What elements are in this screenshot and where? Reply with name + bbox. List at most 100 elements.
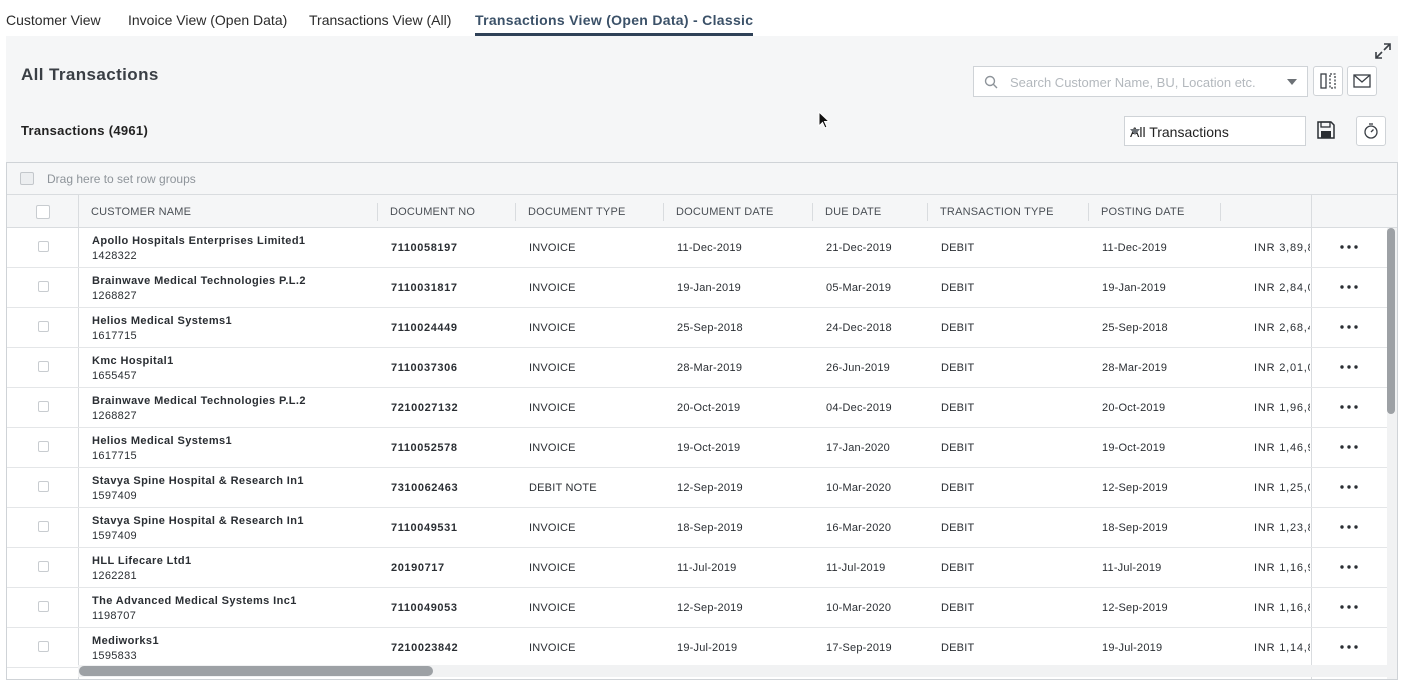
more-horizontal-icon[interactable] [1338, 238, 1360, 256]
row-checkbox[interactable] [38, 481, 49, 492]
document-no-cell: 7110037306 [391, 362, 458, 374]
customer-name-cell[interactable]: Stavya Spine Hospital & Research In1 [92, 515, 304, 527]
customer-id-cell: 1597409 [92, 530, 137, 542]
table-row[interactable]: Kmc Hospital1 1655457 7110037306 INVOICE 28-… [7, 348, 1387, 388]
customer-id-cell: 1617715 [92, 450, 137, 462]
customer-search[interactable] [973, 66, 1308, 97]
column-resize-handle[interactable] [812, 203, 813, 221]
table-row[interactable]: Helios Medical Systems1 1617715 7110052578… [7, 428, 1387, 468]
tab-transactions-view-open-classic[interactable]: Transactions View (Open Data) - Classic [475, 12, 754, 36]
col-due-date[interactable]: DUE DATE [825, 206, 881, 218]
column-resize-handle[interactable] [1088, 203, 1089, 221]
schedule-button[interactable] [1356, 116, 1386, 146]
more-horizontal-icon[interactable] [1338, 598, 1360, 616]
table-row[interactable]: Helios Medical Systems1 1617715 7110024449… [7, 308, 1387, 348]
columns-button[interactable] [1313, 66, 1343, 96]
transaction-type-cell: DEBIT [941, 642, 975, 654]
transactions-filter-select[interactable]: All Transactions [1124, 116, 1306, 146]
document-type-cell: INVOICE [529, 602, 576, 614]
row-checkbox[interactable] [38, 441, 49, 452]
posting-date-cell: 12-Sep-2019 [1102, 482, 1168, 494]
customer-name-cell[interactable]: Brainwave Medical Technologies P.L.2 [92, 395, 306, 407]
document-date-cell: 25-Sep-2018 [677, 322, 743, 334]
posting-date-cell: 18-Sep-2019 [1102, 522, 1168, 534]
amount-cell: INR 1,25,0 [1254, 482, 1310, 494]
tab-invoice-view-open[interactable]: Invoice View (Open Data) [128, 12, 287, 28]
more-horizontal-icon[interactable] [1338, 438, 1360, 456]
row-group-hint: Drag here to set row groups [47, 172, 196, 186]
customer-id-cell: 1262281 [92, 570, 137, 582]
transactions-grid: Drag here to set row groups CUSTOMER NAM… [6, 162, 1398, 680]
column-resize-handle[interactable] [515, 203, 516, 221]
col-transaction-type[interactable]: TRANSACTION TYPE [940, 206, 1054, 218]
more-horizontal-icon[interactable] [1338, 398, 1360, 416]
customer-name-cell[interactable]: Kmc Hospital1 [92, 355, 174, 367]
table-row[interactable]: Brainwave Medical Technologies P.L.2 1268… [7, 388, 1387, 428]
table-row[interactable]: Brainwave Medical Technologies P.L.2 1268… [7, 268, 1387, 308]
col-document-no[interactable]: DOCUMENT NO [390, 206, 475, 218]
row-checkbox[interactable] [38, 641, 49, 652]
row-checkbox[interactable] [38, 321, 49, 332]
row-checkbox[interactable] [38, 241, 49, 252]
table-row[interactable]: Apollo Hospitals Enterprises Limited1 142… [7, 228, 1387, 268]
search-input[interactable] [1010, 73, 1280, 91]
document-type-cell: INVOICE [529, 282, 576, 294]
row-checkbox[interactable] [38, 281, 49, 292]
customer-name-cell[interactable]: HLL Lifecare Ltd1 [92, 555, 192, 567]
table-row[interactable]: Mediworks1 1595833 7210023842 INVOICE 19-Jul… [7, 628, 1387, 668]
transaction-type-cell: DEBIT [941, 282, 975, 294]
more-horizontal-icon[interactable] [1338, 518, 1360, 536]
select-all-checkbox[interactable] [36, 205, 50, 219]
document-date-cell: 12-Sep-2019 [677, 602, 743, 614]
more-horizontal-icon[interactable] [1338, 318, 1360, 336]
customer-name-cell[interactable]: Brainwave Medical Technologies P.L.2 [92, 275, 306, 287]
row-checkbox[interactable] [38, 401, 49, 412]
customer-name-cell[interactable]: Helios Medical Systems1 [92, 315, 232, 327]
timer-icon [1364, 123, 1378, 139]
customer-name-cell[interactable]: Stavya Spine Hospital & Research In1 [92, 475, 304, 487]
more-horizontal-icon[interactable] [1338, 558, 1360, 576]
column-resize-handle[interactable] [663, 203, 664, 221]
amount-cell: INR 1,46,9 [1254, 442, 1310, 454]
table-row[interactable]: The Advanced Medical Systems Inc1 1198707… [7, 588, 1387, 628]
horizontal-scrollbar-thumb[interactable] [79, 666, 433, 676]
customer-name-cell[interactable]: Helios Medical Systems1 [92, 435, 232, 447]
row-checkbox[interactable] [38, 361, 49, 372]
column-resize-handle[interactable] [927, 203, 928, 221]
expand-icon[interactable] [1374, 42, 1392, 60]
column-resize-handle[interactable] [377, 203, 378, 221]
table-row[interactable]: Stavya Spine Hospital & Research In1 1597… [7, 508, 1387, 548]
email-button[interactable] [1347, 66, 1377, 96]
document-type-cell: INVOICE [529, 562, 576, 574]
save-view-button[interactable] [1311, 115, 1341, 145]
mail-icon [1353, 74, 1371, 88]
more-horizontal-icon[interactable] [1338, 278, 1360, 296]
due-date-cell: 17-Sep-2019 [826, 642, 892, 654]
row-checkbox[interactable] [38, 601, 49, 612]
row-checkbox[interactable] [38, 521, 49, 532]
chevron-down-icon[interactable] [1287, 79, 1297, 85]
tab-transactions-view-all[interactable]: Transactions View (All) [309, 12, 451, 28]
more-horizontal-icon[interactable] [1338, 478, 1360, 496]
document-type-cell: INVOICE [529, 402, 576, 414]
table-row[interactable]: Stavya Spine Hospital & Research In1 1597… [7, 468, 1387, 508]
customer-name-cell[interactable]: Mediworks1 [92, 635, 159, 647]
col-customer-name[interactable]: CUSTOMER NAME [91, 206, 191, 218]
tab-customer-view[interactable]: Customer View [6, 12, 101, 28]
col-document-type[interactable]: DOCUMENT TYPE [528, 206, 626, 218]
row-checkbox[interactable] [38, 561, 49, 572]
amount-cell: INR 1,14,8 [1254, 642, 1310, 654]
customer-name-cell[interactable]: Apollo Hospitals Enterprises Limited1 [92, 235, 305, 247]
posting-date-cell: 19-Oct-2019 [1102, 442, 1166, 454]
more-horizontal-icon[interactable] [1338, 358, 1360, 376]
vertical-scrollbar-thumb[interactable] [1387, 228, 1395, 414]
more-horizontal-icon[interactable] [1338, 638, 1360, 656]
column-resize-handle[interactable] [1220, 203, 1221, 221]
table-row[interactable]: HLL Lifecare Ltd1 1262281 20190717 INVOICE 1… [7, 548, 1387, 588]
customer-name-cell[interactable]: The Advanced Medical Systems Inc1 [92, 595, 297, 607]
col-posting-date[interactable]: POSTING DATE [1101, 206, 1184, 218]
transaction-type-cell: DEBIT [941, 362, 975, 374]
row-group-dropzone[interactable]: Drag here to set row groups [7, 163, 1397, 195]
posting-date-cell: 19-Jul-2019 [1102, 642, 1163, 654]
col-document-date[interactable]: DOCUMENT DATE [676, 206, 774, 218]
